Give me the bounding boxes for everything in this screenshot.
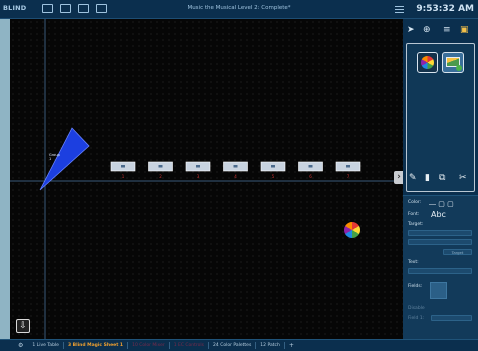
list-icon[interactable]: ≡ bbox=[443, 25, 451, 35]
zoom-icon[interactable]: ⊕ bbox=[423, 25, 431, 35]
clock: 9:53:32 AM bbox=[416, 4, 474, 14]
target-field[interactable] bbox=[408, 230, 472, 236]
color-controls[interactable]: ― ▢ ▢ bbox=[429, 200, 454, 208]
fixture-dot bbox=[346, 165, 350, 168]
brush-icon[interactable]: ▮ bbox=[425, 173, 430, 183]
tab[interactable]: 24 Color Palettes bbox=[209, 341, 257, 349]
tab[interactable]: 12 Patch bbox=[256, 341, 285, 349]
fixture-channel-label: 6 bbox=[309, 174, 312, 179]
fixture-dot bbox=[233, 165, 238, 168]
app-window: BLIND Music the Musical Level 2: Complet… bbox=[0, 0, 478, 351]
magic-sheet-canvas[interactable]: Group 1 1 2 3 4 5 6 7 › ⇩ bbox=[10, 19, 403, 339]
scissors-icon[interactable]: ✂ bbox=[459, 173, 467, 183]
field-1-label: Field 1: bbox=[408, 316, 425, 321]
target-label: Target: bbox=[408, 222, 424, 227]
tab-bar: ⚙ 1 Live Table 3 Blind Magic Sheet 1 10 Co… bbox=[0, 339, 478, 351]
right-panel: ➤ ⊕ ≡ ▣ ✎ ▮ ⧉ ✂ Color: ― ▢ ▢ Font: Abc T… bbox=[403, 19, 478, 339]
fixture-channel-label: 5 bbox=[271, 174, 275, 179]
gear-icon[interactable]: ⚙ bbox=[0, 342, 28, 349]
fixture-channel-label: 7 bbox=[346, 174, 350, 179]
fixture-channel-label: 4 bbox=[234, 174, 237, 179]
image-object-thumb[interactable] bbox=[442, 52, 464, 73]
tab[interactable]: 10 Color Mixer bbox=[128, 341, 170, 349]
font-sample[interactable]: Abc bbox=[431, 210, 446, 219]
tab-row: ⚙ 1 Live Table 3 Blind Magic Sheet 1 10 Co… bbox=[0, 341, 298, 349]
pointer-icon[interactable]: ➤ bbox=[407, 25, 415, 35]
properties-panel: Color: ― ▢ ▢ Font: Abc Target: Target Te… bbox=[403, 195, 478, 339]
grid-icon[interactable] bbox=[395, 5, 404, 13]
tab[interactable]: 3 Blind Magic Sheet 1 bbox=[64, 341, 129, 349]
selection-label: Group 1 bbox=[49, 153, 60, 161]
fixture-channel-label: 3 bbox=[196, 174, 200, 179]
text-field[interactable] bbox=[408, 268, 472, 274]
disable-label: Disable bbox=[408, 306, 425, 311]
home-button[interactable]: ⇩ bbox=[16, 319, 30, 333]
field-1-select[interactable] bbox=[431, 315, 472, 321]
fixture-row bbox=[110, 161, 361, 172]
fixture-channel-label: 1 bbox=[121, 174, 125, 179]
font-label: Font: bbox=[408, 212, 420, 217]
stamp-icon[interactable]: ⧉ bbox=[439, 173, 445, 183]
expand-panel-button[interactable]: › bbox=[394, 171, 403, 184]
tab[interactable]: 1 EC Controls bbox=[170, 341, 210, 349]
color-label: Color: bbox=[408, 200, 422, 205]
copy-icon[interactable]: ▣ bbox=[460, 25, 469, 35]
color-palette-icon[interactable] bbox=[344, 222, 360, 238]
fixture-dot bbox=[271, 165, 275, 168]
fixture-dot bbox=[308, 165, 313, 168]
fixture-channel-label: 2 bbox=[159, 174, 162, 179]
pencil-icon[interactable]: ✎ bbox=[409, 173, 417, 183]
top-bar: BLIND Music the Musical Level 2: Complet… bbox=[0, 0, 478, 19]
target-button[interactable]: Target bbox=[443, 249, 472, 255]
fixture-dot bbox=[196, 165, 200, 168]
fields-label: Fields: bbox=[408, 284, 423, 289]
show-title: Music the Musical Level 2: Complete* bbox=[187, 5, 291, 11]
target-field-2[interactable] bbox=[408, 239, 472, 245]
tab[interactable]: 1 Live Table bbox=[28, 341, 64, 349]
palette-object-thumb[interactable] bbox=[417, 52, 438, 73]
text-label: Text: bbox=[408, 260, 419, 265]
fixture-dot bbox=[158, 165, 163, 168]
object-library bbox=[406, 43, 475, 192]
fixture-dot bbox=[121, 165, 125, 168]
canvas-drawing bbox=[10, 19, 403, 339]
add-tab-button[interactable]: + bbox=[285, 342, 298, 349]
fields-box[interactable] bbox=[430, 282, 447, 299]
